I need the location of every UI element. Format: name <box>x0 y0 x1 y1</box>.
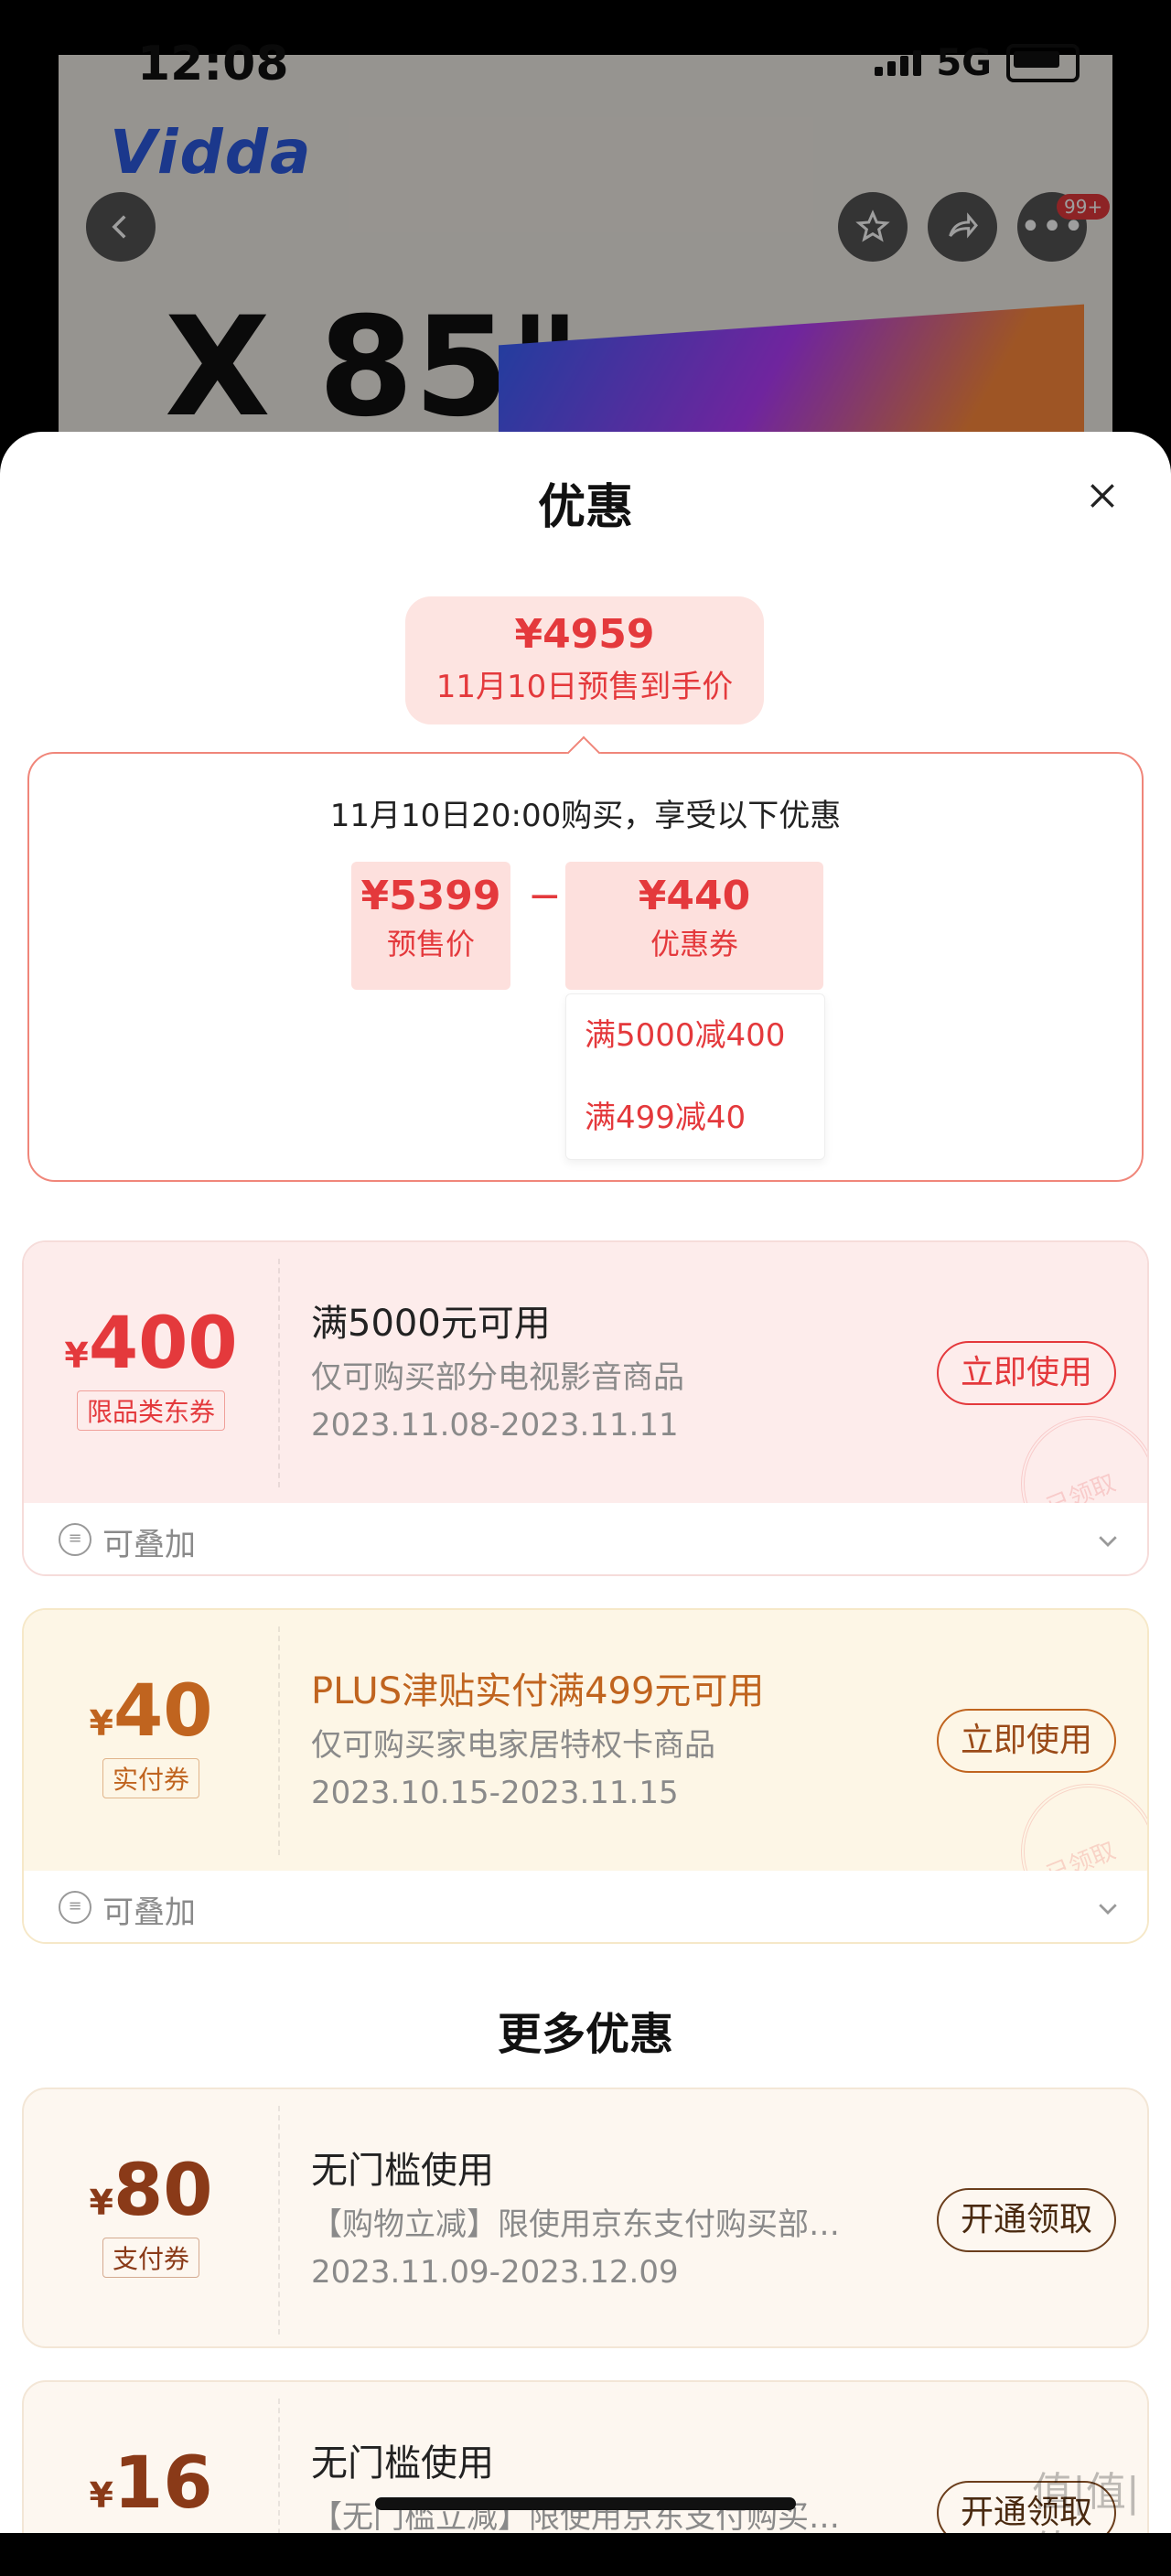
more-coupon-card: ¥80 支付券 无门槛使用 【购物立减】限使用京东支付购买部… 2023.11.… <box>22 2088 1149 2348</box>
calculation-title: 11月10日20:00购买，享受以下优惠 <box>329 798 842 834</box>
network-label: 5G <box>936 42 992 84</box>
final-price: ¥4959 <box>514 611 655 658</box>
presale-price-box: ¥5399 预售价 <box>351 862 510 990</box>
coupon-value: 400 <box>88 1303 238 1385</box>
stack-icon: ≡ <box>59 1891 91 1924</box>
close-icon[interactable] <box>1084 478 1121 514</box>
watermark: 值|值|值 <box>1032 2469 1140 2574</box>
status-bar-right: 5G <box>875 42 1080 84</box>
coupon-desc: 仅可购买家电家居特权卡商品 <box>311 1727 715 1764</box>
coupon-currency: ¥ <box>89 2475 113 2516</box>
coupon-value: 40 <box>113 1670 213 1753</box>
breakdown-item: 满5000减400 <box>585 1017 786 1054</box>
coupon-amount: ¥40 <box>24 1670 278 1753</box>
chevron-down-icon[interactable] <box>1094 1894 1122 1922</box>
coupon-title: PLUS津贴实付满499元可用 <box>311 1670 765 1712</box>
coupon-currency: ¥ <box>89 1703 113 1744</box>
chevron-left-icon <box>112 215 126 239</box>
coupon-divider <box>278 1259 280 1487</box>
coupon-date: 2023.11.08-2023.11.11 <box>311 1407 679 1444</box>
stack-icon: ≡ <box>59 1523 91 1556</box>
coupon-card: ¥40 实付券 PLUS津贴实付满499元可用 仅可购买家电家居特权卡商品 20… <box>22 1608 1149 1944</box>
stackable-label: 可叠加 <box>102 1527 196 1563</box>
coupon-amount: ¥80 <box>24 2150 278 2232</box>
star-icon <box>855 209 890 242</box>
battery-icon <box>1006 44 1080 82</box>
coupon-value: 80 <box>113 2150 213 2232</box>
coupon-title: 满5000元可用 <box>311 1303 551 1345</box>
signal-icon <box>875 50 922 76</box>
coupon-divider <box>278 1626 280 1855</box>
coupon-desc: 【购物立减】限使用京东支付购买部… <box>311 2206 840 2243</box>
coupon-type-tag: 实付券 <box>102 1758 199 1798</box>
favorite-button[interactable] <box>838 192 908 262</box>
open-and-claim-button[interactable]: 开通领取 <box>937 2188 1116 2252</box>
share-button[interactable] <box>928 192 997 262</box>
coupon-amount-area: ¥16 <box>24 2382 278 2533</box>
share-icon <box>949 212 978 239</box>
status-time: 12:08 <box>137 37 289 91</box>
coupon-currency: ¥ <box>89 2183 113 2223</box>
stackable-label: 可叠加 <box>102 1894 196 1931</box>
use-now-button[interactable]: 立即使用 <box>937 1709 1116 1773</box>
coupon-date: 2023.11.09-2023.12.09 <box>311 2254 679 2291</box>
coupon-amount-area: ¥400 限品类东券 <box>24 1242 278 1503</box>
price-calculation-box: 11月10日20:00购买，享受以下优惠 ¥5399 预售价 − ¥440 优惠… <box>27 752 1144 1182</box>
coupon-title: 无门槛使用 <box>311 2150 494 2192</box>
coupon-amount-area: ¥40 实付券 <box>24 1610 278 1871</box>
coupon-amount: ¥400 <box>24 1303 278 1385</box>
more-offers-title: 更多优惠 <box>497 2009 673 2060</box>
coupon-total-label: 优惠券 <box>650 927 738 961</box>
coupon-currency: ¥ <box>64 1336 89 1376</box>
coupon-total-box: ¥440 优惠券 <box>565 862 823 990</box>
coupon-divider <box>278 2399 280 2533</box>
breakdown-item: 满499减40 <box>585 1100 747 1136</box>
minus-operator: − <box>528 873 562 919</box>
coupon-date: 2023.10.15-2023.11.15 <box>311 1775 679 1811</box>
final-price-bubble: ¥4959 11月10日预售到手价 <box>405 596 764 724</box>
coupon-divider <box>278 2106 280 2334</box>
notification-badge: 99+ <box>1057 194 1111 220</box>
coupon-amount-area: ¥80 支付券 <box>24 2089 278 2346</box>
use-now-button[interactable]: 立即使用 <box>937 1341 1116 1405</box>
coupon-card: ¥400 限品类东券 满5000元可用 仅可购买部分电视影音商品 2023.11… <box>22 1240 1149 1576</box>
coupon-type-tag: 限品类东券 <box>76 1390 225 1431</box>
coupon-type-tag: 支付券 <box>102 2238 199 2278</box>
final-price-label: 11月10日预售到手价 <box>435 669 734 705</box>
coupon-breakdown-list: 满5000减400 满499减40 <box>565 993 825 1160</box>
presale-label: 预售价 <box>386 927 475 961</box>
coupon-value: 16 <box>113 2442 213 2525</box>
back-button[interactable] <box>86 192 156 262</box>
discount-sheet: 优惠 ¥4959 11月10日预售到手价 11月10日20:00购买，享受以下优… <box>0 432 1171 2533</box>
sheet-title: 优惠 <box>537 480 633 535</box>
chevron-down-icon[interactable] <box>1094 1527 1122 1554</box>
coupon-footer[interactable]: ≡ 可叠加 <box>24 1871 1147 1942</box>
coupon-total: ¥440 <box>638 873 751 919</box>
coupon-desc: 仅可购买部分电视影音商品 <box>311 1359 684 1396</box>
presale-price: ¥5399 <box>360 873 501 919</box>
brand-logo: Vidda <box>110 117 313 188</box>
home-indicator[interactable] <box>375 2497 796 2510</box>
coupon-amount: ¥16 <box>24 2442 278 2525</box>
coupon-title: 无门槛使用 <box>311 2442 494 2485</box>
coupon-footer[interactable]: ≡ 可叠加 <box>24 1503 1147 1574</box>
